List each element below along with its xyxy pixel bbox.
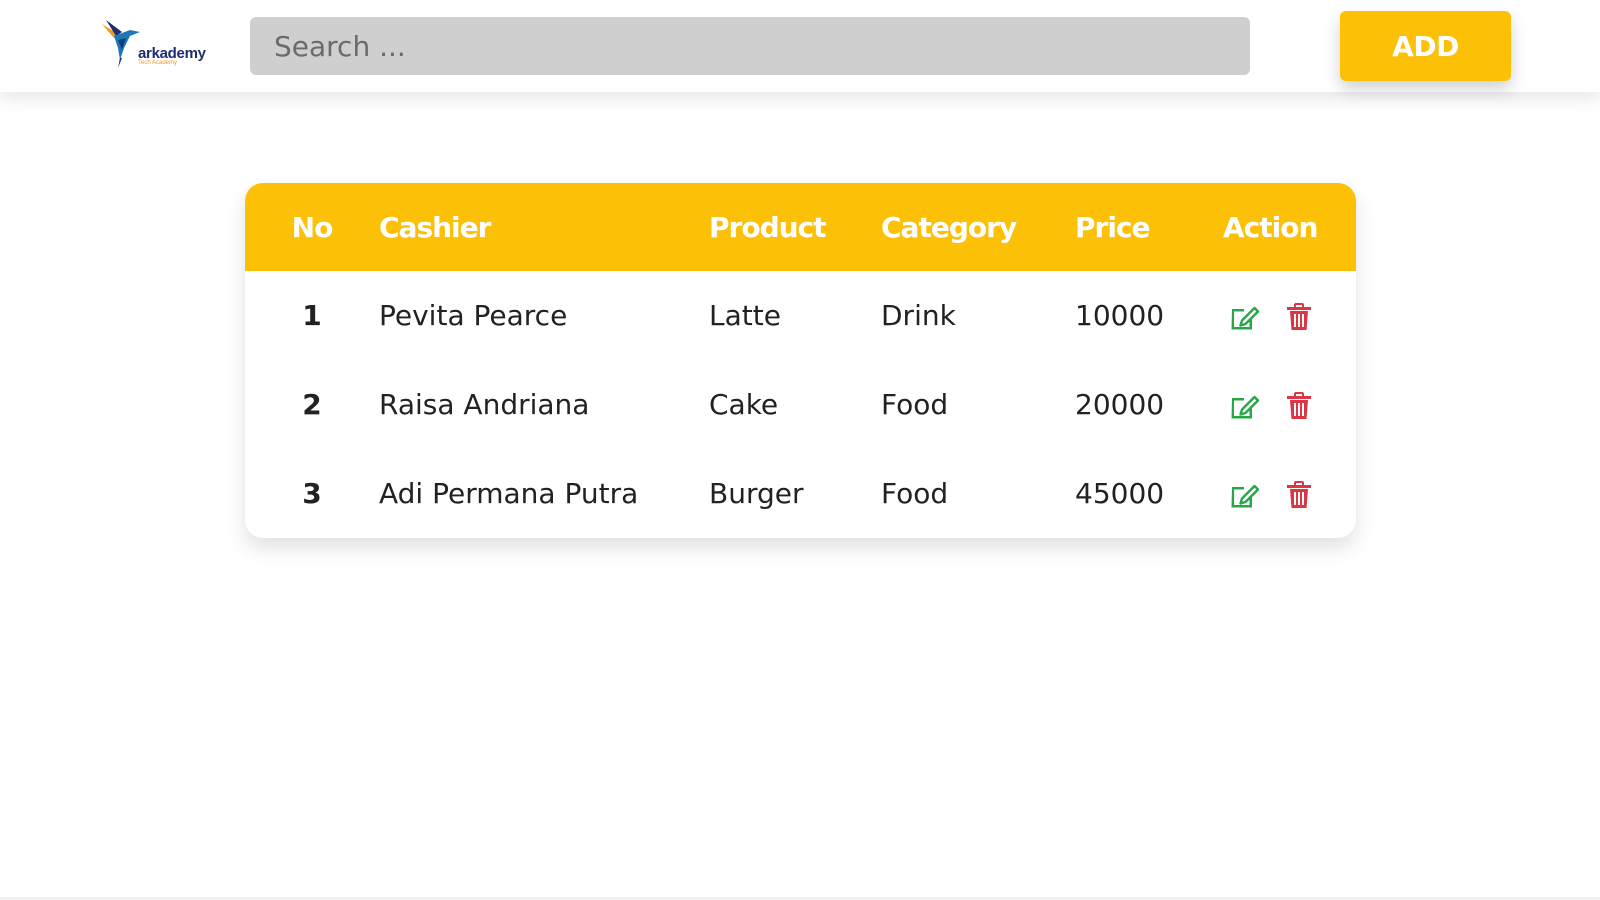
logo-tagline: Tech Academy — [138, 60, 178, 66]
cell-product: Latte — [709, 299, 781, 332]
cell-cashier: Adi Permana Putra — [379, 477, 639, 510]
cell-price: 10000 — [1075, 299, 1165, 332]
cell-no: 2 — [302, 388, 322, 421]
logo[interactable]: arkademy Tech Academy — [100, 18, 210, 74]
edit-icon[interactable] — [1228, 479, 1260, 511]
cell-cashier: Raisa Andriana — [379, 388, 590, 421]
edit-icon[interactable] — [1228, 301, 1260, 333]
edit-icon[interactable] — [1228, 390, 1260, 422]
cell-product: Cake — [709, 388, 779, 421]
table-row: 2 Raisa Andriana Cake Food 20000 — [245, 360, 1356, 449]
column-header-cashier: Cashier — [379, 210, 491, 244]
cell-cashier: Pevita Pearce — [379, 299, 568, 332]
add-button[interactable]: ADD — [1340, 11, 1511, 81]
search-input[interactable] — [250, 17, 1250, 75]
cell-actions — [1223, 449, 1356, 538]
hummingbird-logo-icon — [102, 20, 140, 68]
column-header-price: Price — [1075, 210, 1151, 244]
cell-product: Burger — [709, 477, 804, 510]
column-header-category: Category — [881, 210, 1017, 244]
cell-actions — [1223, 360, 1356, 449]
cell-category: Food — [881, 388, 949, 421]
cell-category: Food — [881, 477, 949, 510]
top-navbar: arkademy Tech Academy ADD — [0, 0, 1600, 92]
cell-actions — [1223, 271, 1356, 360]
cell-category: Drink — [881, 299, 956, 332]
table-row: 1 Pevita Pearce Latte Drink 10000 — [245, 271, 1356, 360]
column-header-product: Product — [709, 210, 827, 244]
column-header-no: No — [291, 210, 334, 244]
transactions-table-card: No Cashier Product Category Price Action… — [245, 183, 1356, 538]
table-header-row: No Cashier Product Category Price Action — [245, 183, 1356, 271]
cell-no: 1 — [302, 299, 322, 332]
trash-icon[interactable] — [1283, 390, 1315, 422]
column-header-action: Action — [1223, 210, 1318, 244]
cell-price: 45000 — [1075, 477, 1165, 510]
trash-icon[interactable] — [1283, 479, 1315, 511]
transactions-table: No Cashier Product Category Price Action… — [245, 183, 1356, 538]
table-row: 3 Adi Permana Putra Burger Food 45000 — [245, 449, 1356, 538]
cell-no: 3 — [302, 477, 322, 510]
cell-price: 20000 — [1075, 388, 1165, 421]
trash-icon[interactable] — [1283, 301, 1315, 333]
